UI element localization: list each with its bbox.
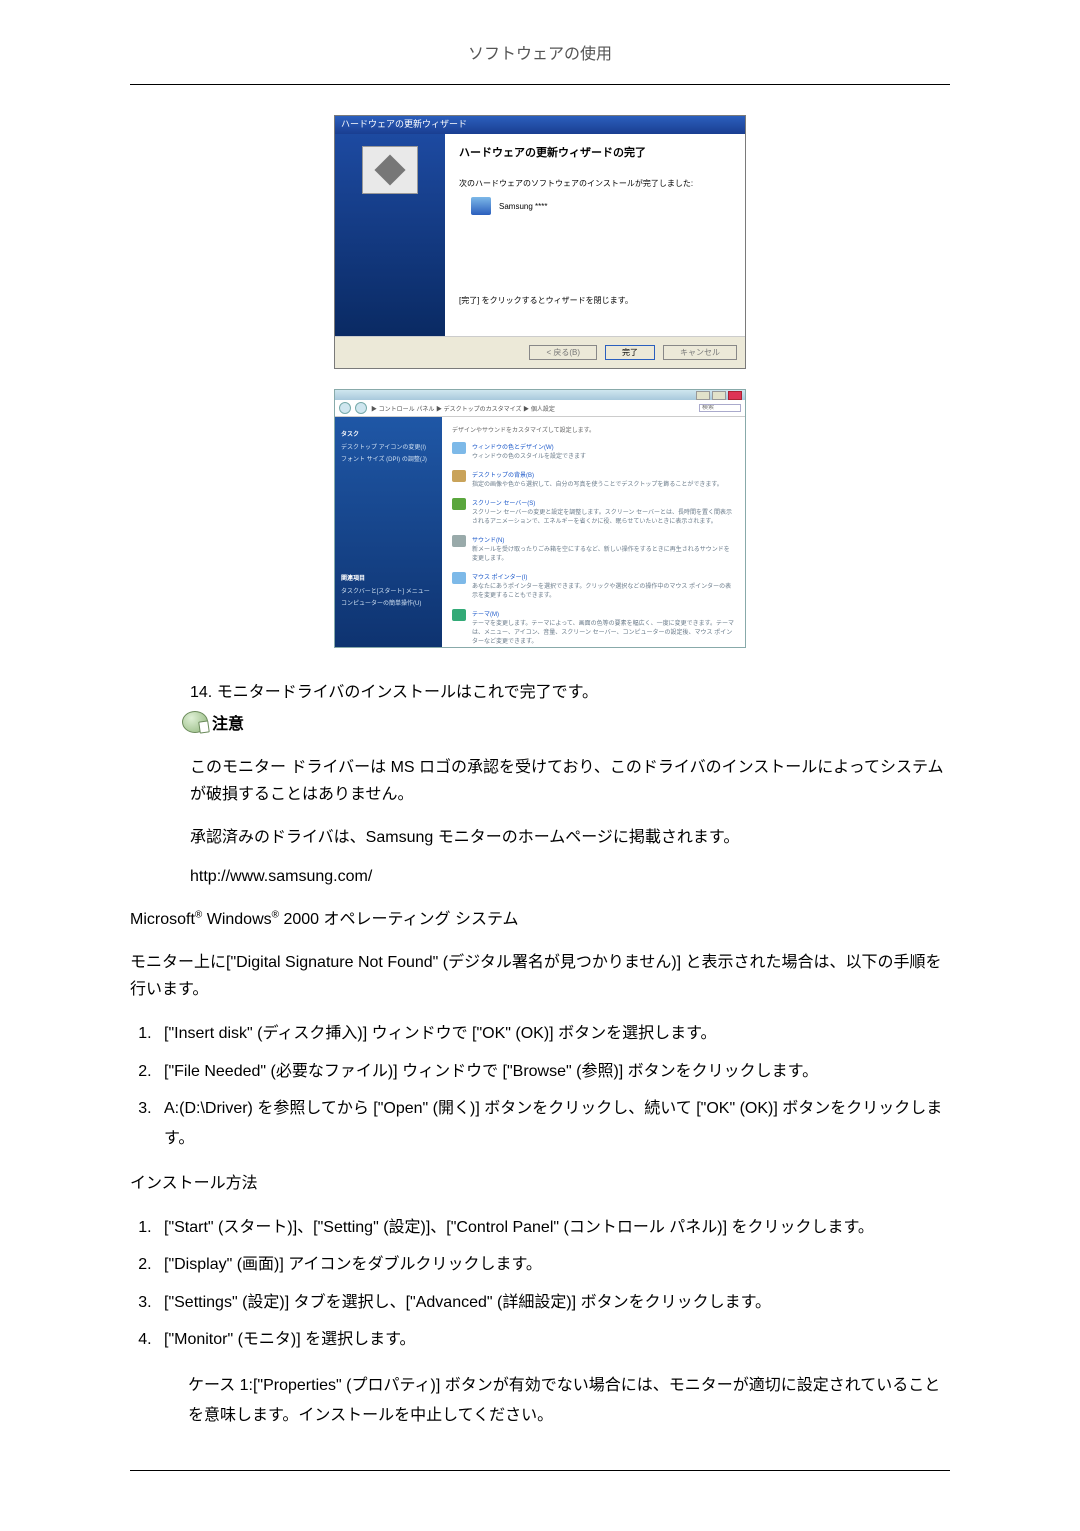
window-color-icon: [452, 442, 466, 454]
breadcrumb[interactable]: ▶ コントロール パネル ▶ デスクトップのカスタマイズ ▶ 個人設定: [371, 404, 555, 413]
digital-signature-intro: モニター上に["Digital Signature Not Found" (デジ…: [130, 949, 950, 1003]
sidebar-item-ease-of-access[interactable]: コンピューターの簡単操作(U): [341, 598, 436, 607]
os-heading: Microsoft® Windows® 2000 オペレーティング システム: [130, 906, 950, 933]
sidebar-item-font-size-dpi[interactable]: フォント サイズ (DPI) の調整(J): [341, 454, 436, 463]
cp-entry-desc: テーマを変更します。テーマによって、画面の色等の要素を幅広く、一度に変更できます…: [472, 618, 735, 645]
footer-rule: [130, 1470, 950, 1471]
cp-main-panel: デザインやサウンドをカスタマイズして設定します。 ウィンドウの色とデザイン(W)…: [442, 417, 745, 647]
wizard-finish-hint: [完了] をクリックするとウィザードを閉じます。: [459, 295, 731, 306]
cp-entry-sound[interactable]: サウンド(N) 新メールを受け取ったりごみ箱を空にするなど、新しい操作をするとき…: [452, 535, 735, 562]
cp-sidebar: タスク デスクトップ アイコンの変更(I) フォント サイズ (DPI) の調整…: [335, 417, 442, 647]
note-label: 注意: [212, 710, 244, 734]
mouse-pointer-icon: [452, 572, 466, 584]
minimize-icon[interactable]: [696, 391, 710, 400]
sidebar-item-desktop-icons[interactable]: デスクトップ アイコンの変更(I): [341, 442, 436, 451]
wizard-device-icon: [362, 146, 418, 194]
cp-address-bar: ▶ コントロール パネル ▶ デスクトップのカスタマイズ ▶ 個人設定: [335, 400, 745, 417]
sidebar-section-tasks: タスク: [341, 429, 436, 438]
case-1: ケース 1:["Properties" (プロパティ)] ボタンが有効でない場合…: [188, 1371, 950, 1430]
cp-entry-theme[interactable]: テーマ(M) テーマを変更します。テーマによって、画面の色等の要素を幅広く、一度…: [452, 609, 735, 645]
step-14: 14. モニタードライバのインストールはこれで完了です。: [190, 678, 950, 702]
nav-forward-icon[interactable]: [355, 402, 367, 414]
page-header: ソフトウェアの使用: [130, 40, 950, 64]
list-item: A:(D:\Driver) を参照してから ["Open" (開く)] ボタンを…: [156, 1094, 950, 1153]
cp-entry-link: ウィンドウの色とデザイン(W): [472, 442, 586, 451]
hardware-update-wizard-dialog: ハードウェアの更新ウィザード ハードウェアの更新ウィザードの完了 次のハードウェ…: [334, 115, 746, 369]
list-item: ["Monitor" (モニタ)] を選択します。: [156, 1325, 950, 1355]
samsung-url: http://www.samsung.com/: [190, 868, 950, 886]
cp-entry-desc: スクリーン セーバーの変更と設定を調整します。スクリーン セーバーとは、長時間を…: [472, 507, 735, 525]
para-ms-logo: このモニター ドライバーは MS ロゴの承認を受けており、このドライバのインスト…: [190, 754, 950, 808]
wizard-titlebar: ハードウェアの更新ウィザード: [335, 116, 745, 134]
theme-icon: [452, 609, 466, 621]
cp-entry-desc: あなたにあうポインターを選択できます。クリックや選択などの操作中のマウス ポイン…: [472, 581, 735, 599]
wizard-hw-name: Samsung ****: [499, 202, 547, 211]
cp-entry-mouse-pointer[interactable]: マウス ポインター(I) あなたにあうポインターを選択できます。クリックや選択な…: [452, 572, 735, 599]
sound-icon: [452, 535, 466, 547]
cp-titlebar: [335, 390, 745, 400]
monitor-icon: [471, 197, 491, 215]
list-item: ["Insert disk" (ディスク挿入)] ウィンドウで ["OK" (O…: [156, 1019, 950, 1049]
list-item: ["Settings" (設定)] タブを選択し、["Advanced" (詳細…: [156, 1288, 950, 1318]
desktop-background-icon: [452, 470, 466, 482]
cp-intro-text: デザインやサウンドをカスタマイズして設定します。: [452, 425, 735, 434]
cp-entry-link: サウンド(N): [472, 535, 735, 544]
cp-entry-link: スクリーン セーバー(S): [472, 498, 735, 507]
cp-entry-desc: 新メールを受け取ったりごみ箱を空にするなど、新しい操作をするときに再生されるサウ…: [472, 544, 735, 562]
dsnf-steps: ["Insert disk" (ディスク挿入)] ウィンドウで ["OK" (O…: [130, 1019, 950, 1153]
nav-back-icon[interactable]: [339, 402, 351, 414]
list-item: ["Start" (スタート)]、["Setting" (設定)]、["Cont…: [156, 1213, 950, 1243]
cp-entry-desktop-bg[interactable]: デスクトップの背景(B) 指定の画像や色から選択して、自分の写真を使うことでデス…: [452, 470, 735, 488]
maximize-icon[interactable]: [712, 391, 726, 400]
list-item: ["Display" (画面)] アイコンをダブルクリックします。: [156, 1250, 950, 1280]
search-input[interactable]: [699, 404, 741, 412]
install-method-title: インストール方法: [130, 1170, 950, 1197]
cp-entry-link: テーマ(M): [472, 609, 735, 618]
para-samsung-site: 承認済みのドライバは、Samsung モニターのホームページに掲載されます。: [190, 824, 950, 851]
finish-button[interactable]: 完了: [605, 345, 655, 360]
wizard-heading: ハードウェアの更新ウィザードの完了: [459, 144, 731, 160]
list-item: ["File Needed" (必要なファイル)] ウィンドウで ["Brows…: [156, 1057, 950, 1087]
personalization-window: ▶ コントロール パネル ▶ デスクトップのカスタマイズ ▶ 個人設定 タスク …: [334, 389, 746, 648]
cancel-button[interactable]: キャンセル: [663, 345, 737, 360]
note-icon: [182, 711, 208, 733]
header-rule: [130, 84, 950, 85]
wizard-title-text: ハードウェアの更新ウィザード: [341, 119, 467, 129]
screensaver-icon: [452, 498, 466, 510]
cp-entry-window-color[interactable]: ウィンドウの色とデザイン(W) ウィンドウの色のスタイルを設定できます: [452, 442, 735, 460]
wizard-subtext: 次のハードウェアのソフトウェアのインストールが完了しました:: [459, 178, 731, 189]
close-icon[interactable]: [728, 391, 742, 400]
back-button[interactable]: < 戻る(B): [529, 345, 597, 360]
cp-entry-link: マウス ポインター(I): [472, 572, 735, 581]
cp-entry-desc: 指定の画像や色から選択して、自分の写真を使うことでデスクトップを飾ることができま…: [472, 479, 723, 488]
cp-entry-screensaver[interactable]: スクリーン セーバー(S) スクリーン セーバーの変更と設定を調整します。スクリ…: [452, 498, 735, 525]
sidebar-section-related: 関連項目: [341, 573, 436, 582]
cp-entry-desc: ウィンドウの色のスタイルを設定できます: [472, 451, 586, 460]
install-steps: ["Start" (スタート)]、["Setting" (設定)]、["Cont…: [130, 1213, 950, 1355]
sidebar-item-taskbar-start[interactable]: タスクバーと[スタート] メニュー: [341, 586, 436, 595]
cp-entry-link: デスクトップの背景(B): [472, 470, 723, 479]
wizard-side-banner: [335, 134, 445, 336]
